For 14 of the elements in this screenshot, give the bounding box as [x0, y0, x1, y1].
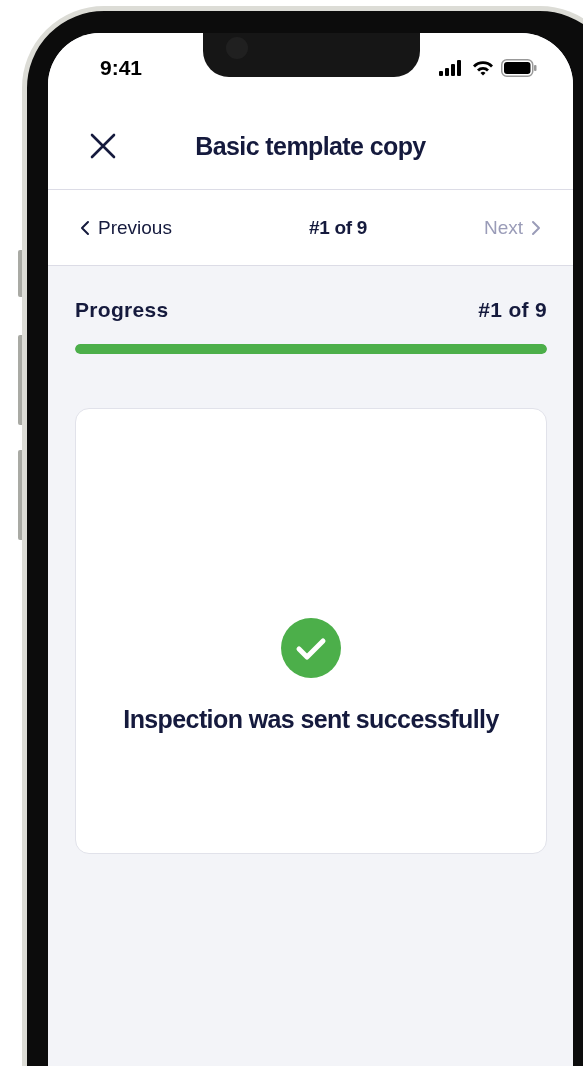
status-time: 9:41	[100, 56, 143, 80]
screen-title: Basic template copy	[195, 131, 426, 161]
wifi-icon	[472, 60, 494, 76]
close-icon	[89, 132, 117, 160]
check-circle-icon	[281, 618, 341, 678]
battery-icon	[501, 59, 537, 77]
success-message: Inspection was sent successfully	[123, 705, 499, 734]
previous-button[interactable]: Previous	[80, 216, 172, 239]
chevron-right-icon	[531, 219, 541, 236]
progress-count: #1 of 9	[478, 298, 547, 322]
position-label: #1 of 9	[308, 216, 367, 239]
chevron-left-icon	[80, 219, 90, 236]
progress-label: Progress	[75, 298, 169, 322]
close-button[interactable]	[89, 132, 117, 160]
